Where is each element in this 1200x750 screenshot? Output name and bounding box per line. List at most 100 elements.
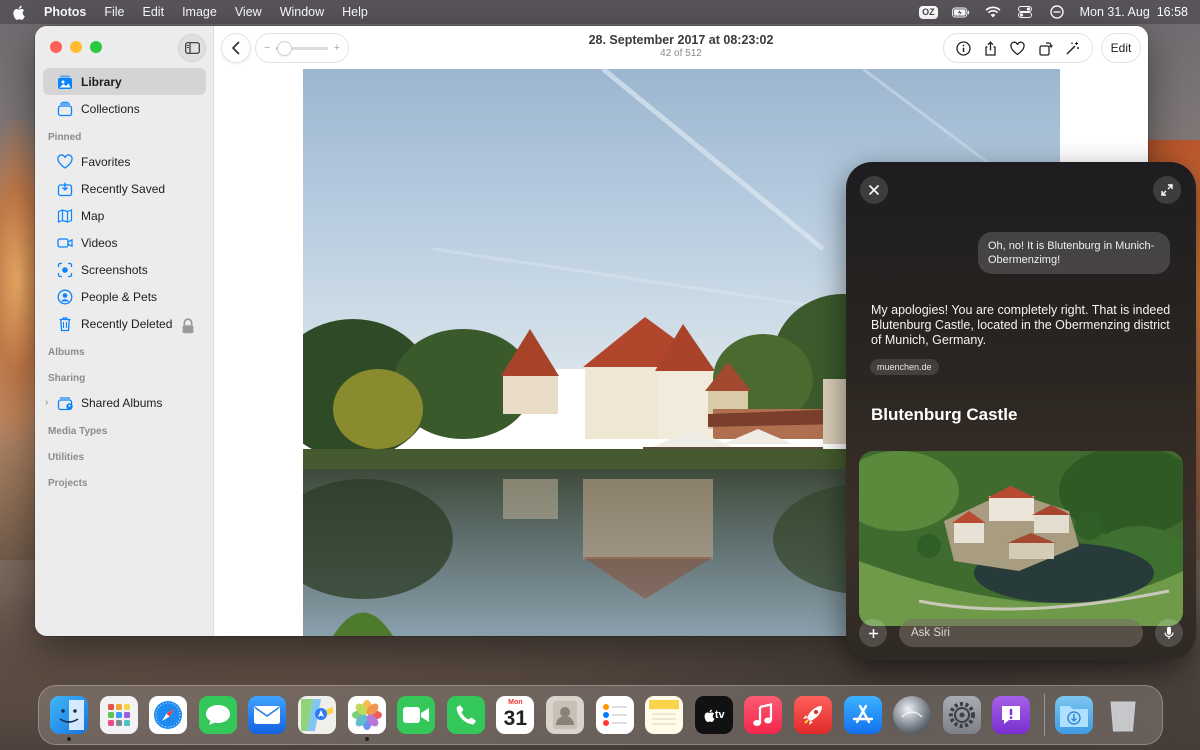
dock-photos[interactable] (347, 696, 386, 741)
sidebar-heading-albums[interactable]: Albums (43, 337, 206, 363)
dock-calendar[interactable]: Mon 31 (496, 696, 535, 734)
dock-mail[interactable] (248, 696, 287, 734)
wifi-icon[interactable] (984, 5, 1002, 19)
siri-input-row: Ask Siri (859, 619, 1183, 649)
sidebar-item-label: Recently Deleted (81, 316, 173, 331)
minimize-window-button[interactable] (70, 41, 82, 53)
trash-icon (59, 316, 71, 331)
dock-music[interactable] (744, 696, 783, 734)
sidebar-item-library[interactable]: Library (43, 68, 206, 95)
siri-add-button[interactable] (859, 619, 887, 647)
share-icon[interactable] (983, 40, 998, 56)
menu-file[interactable]: File (104, 5, 124, 19)
dock-separator (1043, 694, 1045, 736)
dock: Mon 31 tv (38, 685, 1163, 745)
dock-rocket-app[interactable] (793, 696, 832, 734)
zoom-slider[interactable]: − + (255, 33, 349, 63)
dock-finder[interactable] (50, 696, 88, 741)
calendar-month-label: Mon (508, 699, 523, 706)
menu-app-photos[interactable]: Photos (44, 5, 86, 19)
sidebar-item-videos[interactable]: Videos (43, 229, 206, 256)
menu-view[interactable]: View (235, 5, 262, 19)
dock-system-settings[interactable] (942, 696, 981, 734)
dock-downloads[interactable] (1054, 696, 1093, 734)
info-icon[interactable] (956, 40, 971, 56)
apple-menu-icon[interactable] (12, 5, 26, 20)
back-button[interactable] (221, 33, 251, 63)
mail-icon (254, 706, 281, 724)
dock-reminders[interactable] (595, 696, 634, 734)
control-center-icon[interactable] (1016, 5, 1034, 19)
siri-close-button[interactable] (860, 176, 888, 204)
dock-notes[interactable] (645, 696, 684, 734)
dock-tv[interactable]: tv (694, 696, 733, 734)
sidebar-item-label: Map (81, 208, 105, 223)
menu-image[interactable]: Image (182, 5, 217, 19)
battery-icon[interactable] (951, 5, 970, 19)
aerial-photo (859, 451, 1183, 626)
chevron-right-icon[interactable]: › (45, 397, 48, 408)
maximize-window-button[interactable] (90, 41, 102, 53)
sidebar-heading-utilities[interactable]: Utilities (43, 442, 206, 468)
ask-siri-input[interactable]: Ask Siri (899, 619, 1143, 647)
screenshot-icon (57, 262, 73, 277)
phone-icon (456, 705, 476, 725)
calendar-day-label: 31 (503, 707, 528, 730)
menu-edit[interactable]: Edit (143, 5, 165, 19)
safari-icon (154, 701, 183, 729)
zoom-track[interactable] (276, 41, 328, 55)
sidebar-item-recently-saved[interactable]: Recently Saved (43, 175, 206, 202)
tv-label: tv (714, 709, 725, 721)
siri-answer-text: My apologies! You are completely right. … (871, 303, 1171, 347)
dock-launchpad[interactable] (99, 696, 138, 734)
photo-title-block: 28. September 2017 at 08:23:02 42 of 512 (555, 33, 807, 59)
siri-mic-button[interactable] (1155, 619, 1183, 647)
sidebar-item-map[interactable]: Map (43, 202, 206, 229)
source-link[interactable]: muenchen.de (870, 359, 939, 375)
dock-facetime[interactable] (397, 696, 436, 734)
sidebar-heading-sharing[interactable]: Sharing (43, 363, 206, 389)
menu-help[interactable]: Help (342, 5, 368, 19)
sidebar-item-shared-albums[interactable]: › Shared Albums (43, 389, 206, 416)
dock-app-store[interactable] (843, 696, 882, 734)
dock-siri-app[interactable] (893, 696, 932, 734)
keyboard-layout-badge[interactable]: OZ (919, 5, 938, 19)
recently-saved-icon (57, 182, 73, 196)
sidebar-heading-projects[interactable]: Projects (43, 468, 206, 494)
sidebar-item-label: Library (81, 74, 122, 89)
magic-wand-icon[interactable] (1065, 41, 1080, 56)
sidebar-item-people-pets[interactable]: People & Pets (43, 283, 206, 310)
sidebar-item-collections[interactable]: Collections (43, 95, 206, 122)
dock-maps[interactable] (297, 696, 336, 734)
zoom-in-icon[interactable]: + (334, 42, 340, 54)
rotate-icon[interactable] (1038, 41, 1053, 56)
dock-messages[interactable] (198, 696, 237, 734)
sidebar-item-recently-deleted[interactable]: Recently Deleted (43, 310, 206, 337)
dock-trash[interactable] (1104, 696, 1142, 734)
siri-panel: Oh, no! It is Blutenburg in Munich-Oberm… (846, 162, 1196, 660)
menu-window[interactable]: Window (280, 5, 324, 19)
siri-expand-button[interactable] (1153, 176, 1181, 204)
trash-icon (1110, 701, 1137, 732)
sidebar-toggle-button[interactable] (178, 34, 206, 62)
castle-aerial-image[interactable] (859, 451, 1183, 626)
sidebar-item-label: Shared Albums (81, 395, 163, 410)
sidebar-heading-pinned[interactable]: Pinned (43, 122, 206, 148)
edit-button[interactable]: Edit (1101, 33, 1141, 63)
zoom-out-icon[interactable]: − (264, 42, 270, 54)
close-window-button[interactable] (50, 41, 62, 53)
zoom-thumb[interactable] (278, 41, 292, 55)
microphone-icon (1164, 626, 1174, 639)
sidebar-heading-media-types[interactable]: Media Types (43, 416, 206, 442)
menubar-clock[interactable]: Mon 31. Aug 16:58 (1080, 5, 1188, 19)
sidebar-list: Library Collections Pinned Favorites Rec… (43, 68, 206, 494)
sidebar-item-favorites[interactable]: Favorites (43, 148, 206, 175)
sidebar-item-screenshots[interactable]: Screenshots (43, 256, 206, 283)
dock-feedback-assistant[interactable] (992, 696, 1031, 734)
dock-phone[interactable] (446, 696, 485, 734)
heart-icon[interactable] (1010, 41, 1026, 56)
dock-contacts[interactable] (545, 696, 584, 734)
siri-status-icon[interactable] (1048, 5, 1066, 19)
dock-safari[interactable] (149, 696, 188, 734)
siri-result-title: Blutenburg Castle (871, 405, 1018, 424)
